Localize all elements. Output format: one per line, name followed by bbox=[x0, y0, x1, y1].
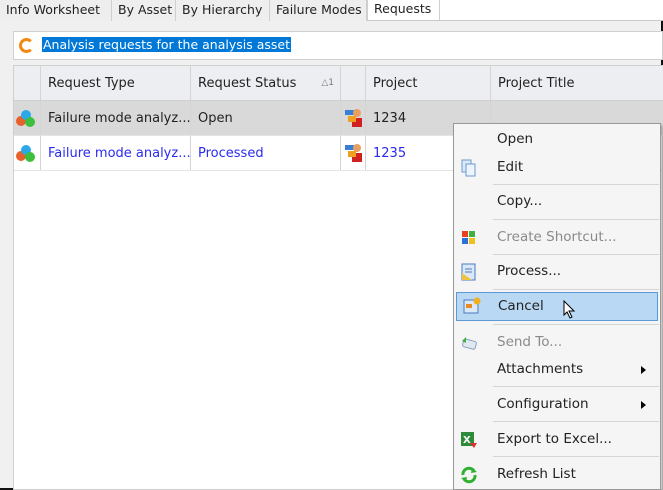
tab-requests[interactable]: Requests bbox=[367, 0, 440, 20]
refresh-arrows-icon bbox=[460, 466, 478, 484]
analysis-request-icon bbox=[16, 110, 36, 128]
menu-label: Edit bbox=[497, 159, 524, 175]
send-to-icon bbox=[460, 334, 478, 352]
menu-label: Attachments bbox=[497, 361, 584, 377]
menu-label: Copy... bbox=[497, 193, 543, 209]
menu-separator bbox=[493, 386, 659, 387]
tab-strip: Info Worksheet By Asset By Hierarchy Fai… bbox=[0, 0, 663, 21]
excel-export-icon: X bbox=[460, 431, 478, 449]
sort-ascending-icon: △1 bbox=[321, 78, 334, 88]
menu-label: Refresh List bbox=[497, 466, 576, 482]
row-icon-cell bbox=[14, 101, 41, 135]
menu-separator bbox=[493, 184, 659, 185]
row-icon-cell bbox=[14, 136, 41, 170]
cancel-request-icon bbox=[463, 297, 481, 315]
menu-label: Open bbox=[497, 131, 534, 147]
edit-document-icon bbox=[460, 159, 478, 177]
grid-title-bar[interactable]: Analysis requests for the analysis asset bbox=[13, 31, 663, 60]
menu-label: Export to Excel... bbox=[497, 431, 612, 447]
grid-title: Analysis requests for the analysis asset bbox=[42, 37, 291, 52]
menu-separator bbox=[493, 324, 659, 325]
header-icon-col-2 bbox=[341, 66, 366, 100]
menu-separator bbox=[493, 254, 659, 255]
row-project-icon-cell bbox=[341, 101, 366, 135]
row-project-icon-cell bbox=[341, 136, 366, 170]
menu-item-attachments[interactable]: Attachments bbox=[454, 357, 660, 383]
menu-item-edit[interactable]: Edit bbox=[454, 155, 660, 181]
process-document-icon bbox=[460, 263, 478, 281]
menu-item-open[interactable]: Open bbox=[454, 127, 660, 153]
tab-by-hierarchy[interactable]: By Hierarchy bbox=[176, 0, 270, 21]
sort-index: 1 bbox=[328, 78, 334, 88]
grid-header: Request Type Request Status △1 Project Pr… bbox=[14, 66, 663, 101]
svg-text:X: X bbox=[463, 435, 471, 446]
mouse-cursor-icon bbox=[563, 300, 576, 319]
header-project-title[interactable]: Project Title bbox=[491, 66, 663, 100]
project-user-icon bbox=[345, 108, 363, 128]
menu-label: Send To... bbox=[497, 334, 563, 350]
menu-label: Cancel bbox=[498, 298, 544, 314]
menu-separator bbox=[493, 219, 659, 220]
tab-info-worksheet[interactable]: Info Worksheet bbox=[0, 0, 112, 21]
menu-item-export-to-excel[interactable]: X Export to Excel... bbox=[454, 427, 660, 453]
menu-item-configuration[interactable]: Configuration bbox=[454, 392, 660, 418]
menu-label: Create Shortcut... bbox=[497, 229, 617, 245]
cell-request-status: Processed bbox=[191, 136, 341, 170]
windows-logo-icon bbox=[460, 229, 478, 247]
context-menu: Open Edit Copy... Create Shortcut... Pro… bbox=[453, 123, 661, 490]
menu-separator bbox=[493, 421, 659, 422]
menu-separator bbox=[493, 289, 659, 290]
project-user-icon bbox=[345, 143, 363, 163]
menu-label: Process... bbox=[497, 263, 562, 279]
submenu-arrow-icon bbox=[641, 401, 646, 409]
menu-item-refresh-list[interactable]: Refresh List bbox=[454, 462, 660, 488]
cell-request-type: Failure mode analyz... bbox=[41, 101, 191, 135]
cell-request-status: Open bbox=[191, 101, 341, 135]
header-project[interactable]: Project bbox=[366, 66, 491, 100]
menu-item-send-to[interactable]: Send To... bbox=[454, 330, 660, 356]
submenu-arrow-icon bbox=[641, 366, 646, 374]
menu-item-cancel[interactable]: Cancel bbox=[456, 292, 658, 321]
menu-label: Configuration bbox=[497, 396, 589, 412]
header-label: Request Status bbox=[198, 76, 297, 91]
refresh-icon[interactable] bbox=[19, 38, 34, 53]
analysis-request-icon bbox=[16, 145, 36, 163]
header-request-status[interactable]: Request Status △1 bbox=[191, 66, 341, 100]
menu-item-create-shortcut[interactable]: Create Shortcut... bbox=[454, 225, 660, 251]
tab-failure-modes[interactable]: Failure Modes bbox=[270, 0, 367, 21]
header-request-type[interactable]: Request Type bbox=[41, 66, 191, 100]
menu-separator bbox=[493, 456, 659, 457]
tab-by-asset[interactable]: By Asset bbox=[112, 0, 176, 21]
header-icon-col bbox=[14, 66, 41, 100]
menu-item-process[interactable]: Process... bbox=[454, 259, 660, 285]
menu-item-copy[interactable]: Copy... bbox=[454, 189, 660, 215]
cell-request-type: Failure mode analyz... bbox=[41, 136, 191, 170]
